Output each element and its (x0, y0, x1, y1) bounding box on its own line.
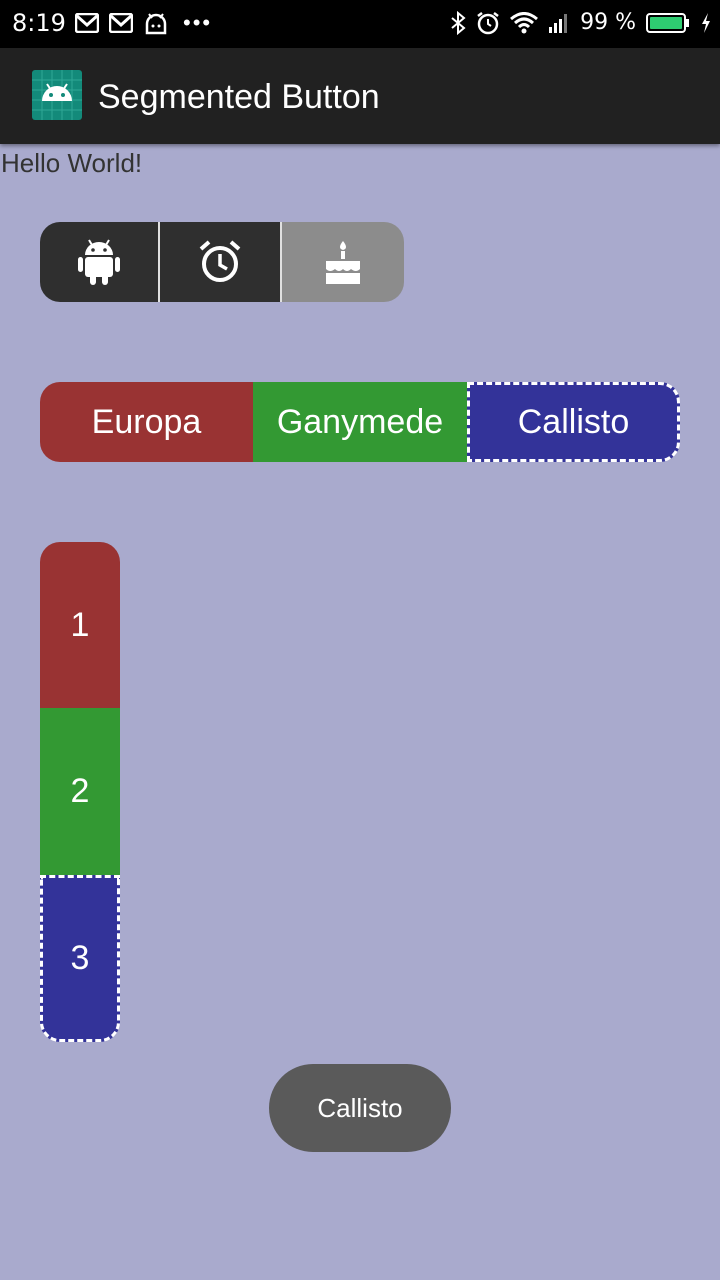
gmail-icon (109, 13, 133, 33)
cake-icon (326, 241, 360, 284)
status-time: 8:19 (12, 9, 66, 37)
app-bar: Segmented Button (0, 48, 720, 144)
android-icon (78, 239, 120, 285)
toast-message: Callisto (269, 1064, 451, 1152)
android-debug-icon (145, 13, 167, 35)
segment-cake-button[interactable] (282, 222, 404, 302)
segment-ganymede-button[interactable]: Ganymede (253, 382, 467, 462)
wifi-icon (510, 11, 539, 33)
more-dots-icon: ••• (183, 10, 213, 35)
bluetooth-icon (451, 10, 466, 35)
segment-1-button[interactable]: 1 (40, 542, 120, 708)
vertical-segmented-button: 1 2 3 (40, 542, 120, 1042)
battery-percent: 99 % (580, 10, 636, 35)
segment-2-button[interactable]: 2 (40, 708, 120, 875)
alarm-clock-icon (199, 240, 241, 282)
battery-icon (646, 12, 689, 33)
icon-segmented-button (40, 222, 404, 302)
android-app-icon (32, 70, 82, 120)
segment-alarm-button[interactable] (160, 222, 282, 302)
app-title: Segmented Button (98, 78, 380, 116)
moons-segmented-button: Europa Ganymede Callisto (40, 382, 680, 462)
signal-icon (549, 13, 568, 33)
charging-icon (702, 12, 710, 33)
segment-callisto-button[interactable]: Callisto (467, 382, 680, 462)
status-bar: 8:19 ••• 99 % (0, 0, 720, 48)
segment-android-button[interactable] (40, 222, 160, 302)
system-icons: 99 % (450, 10, 712, 35)
segment-3-button[interactable]: 3 (40, 875, 120, 1042)
alarm-icon (477, 11, 499, 34)
hello-text: Hello World! (1, 148, 143, 178)
gmail-icon (75, 13, 99, 33)
segment-europa-button[interactable]: Europa (40, 382, 253, 462)
notification-icons: ••• (75, 10, 212, 36)
